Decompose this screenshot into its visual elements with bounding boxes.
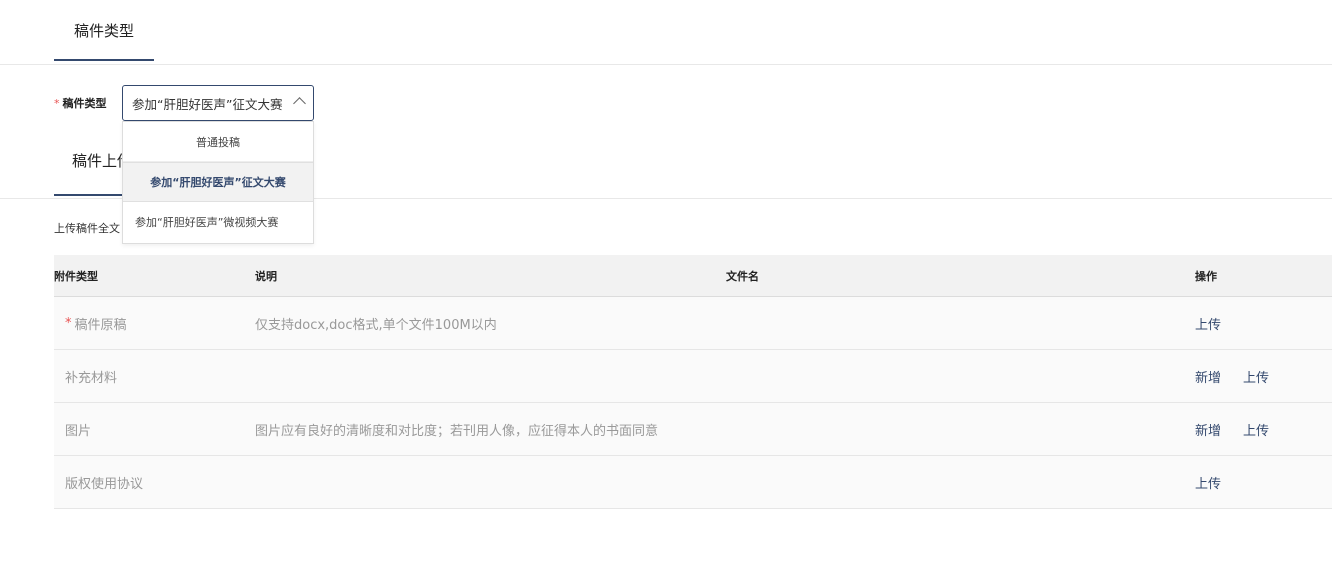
row-actions: 新增 上传 xyxy=(1195,403,1291,455)
required-mark: * xyxy=(54,96,60,110)
table-row: * 稿件原稿 仅支持docx,doc格式,单个文件100M以内 上传 xyxy=(54,297,1332,350)
upload-note: 上传稿件全文 xyxy=(54,222,120,235)
row-actions: 上传 xyxy=(1195,297,1243,349)
header-actions: 操作 xyxy=(1195,270,1217,283)
attachment-description: 仅支持docx,doc格式,单个文件100M以内 xyxy=(255,317,497,333)
header-file-name: 文件名 xyxy=(726,270,759,283)
attachment-description: 图片应有良好的清晰度和对比度；若刊用人像，应征得本人的书面同意 xyxy=(255,423,659,439)
add-link[interactable]: 新增 xyxy=(1195,367,1221,386)
active-tab-indicator xyxy=(54,59,154,61)
manuscript-type-label: 稿件类型 xyxy=(62,97,107,110)
table-row: 补充材料 新增 上传 xyxy=(54,350,1332,403)
upload-link[interactable]: 上传 xyxy=(1195,314,1221,333)
upload-link[interactable]: 上传 xyxy=(1243,420,1269,439)
upload-link[interactable]: 上传 xyxy=(1243,367,1269,386)
attachment-type: 图片 xyxy=(65,423,92,439)
attachment-type: 版权使用协议 xyxy=(65,476,144,492)
table-row: 版权使用协议 上传 xyxy=(54,456,1332,509)
select-value: 参加“肝胆好医声”征文大赛 xyxy=(132,96,283,112)
top-tab-bar xyxy=(0,0,1332,65)
attachment-type: 补充材料 xyxy=(65,370,118,386)
attachment-type: 稿件原稿 xyxy=(74,317,127,333)
row-actions: 新增 上传 xyxy=(1195,350,1291,402)
dropdown-option-regular[interactable]: 普通投稿 xyxy=(123,122,313,162)
row-actions: 上传 xyxy=(1195,456,1243,508)
manuscript-type-dropdown: 普通投稿 参加“肝胆好医声”征文大赛 参加“肝胆好医声”微视频大赛 xyxy=(122,121,314,244)
manuscript-type-row: * 稿件类型 xyxy=(54,85,107,121)
chevron-up-icon xyxy=(293,97,306,110)
tab-manuscript-type[interactable]: 稿件类型 xyxy=(54,0,154,61)
header-attachment-type: 附件类型 xyxy=(54,270,98,283)
add-link[interactable]: 新增 xyxy=(1195,420,1221,439)
required-mark: * xyxy=(65,315,72,331)
dropdown-option-essay-contest[interactable]: 参加“肝胆好医声”征文大赛 xyxy=(123,162,313,202)
table-header: 附件类型 说明 文件名 操作 xyxy=(54,255,1332,297)
header-description: 说明 xyxy=(255,270,277,283)
upload-link[interactable]: 上传 xyxy=(1195,473,1221,492)
table-row: 图片 图片应有良好的清晰度和对比度；若刊用人像，应征得本人的书面同意 新增 上传 xyxy=(54,403,1332,456)
dropdown-option-video-contest[interactable]: 参加“肝胆好医声”微视频大赛 xyxy=(123,202,313,242)
manuscript-type-select[interactable]: 参加“肝胆好医声”征文大赛 xyxy=(122,85,314,121)
attachments-table: 附件类型 说明 文件名 操作 * 稿件原稿 仅支持docx,doc格式,单个文件… xyxy=(54,255,1332,509)
